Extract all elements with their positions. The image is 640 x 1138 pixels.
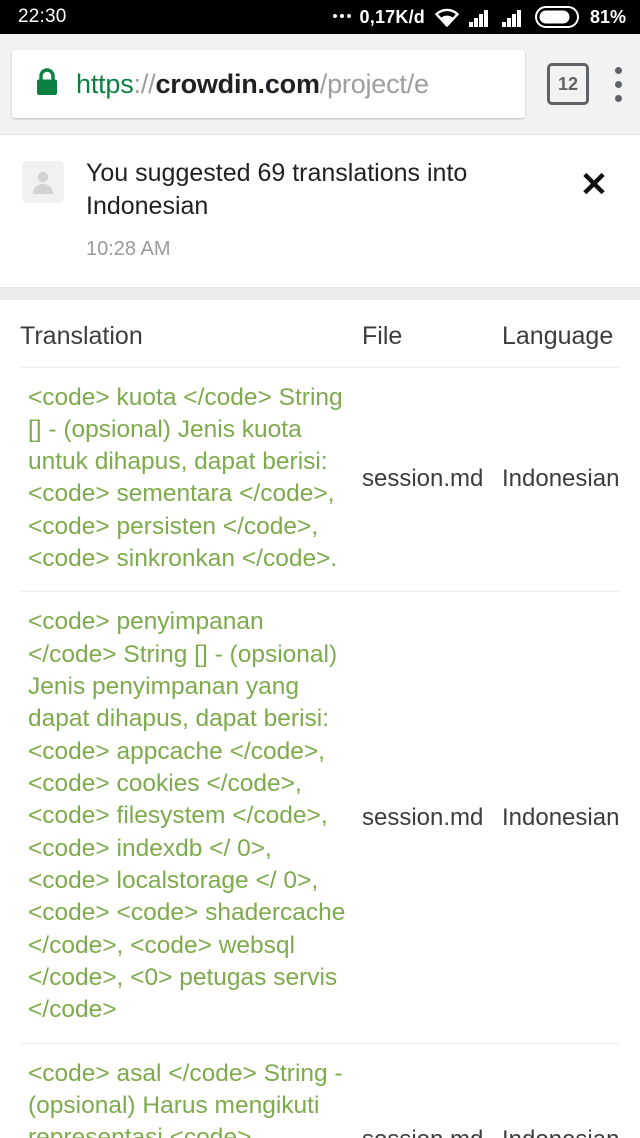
battery-icon (534, 6, 579, 28)
notification-timestamp: 10:28 AM (86, 237, 171, 260)
tab-count-label: 12 (557, 73, 579, 94)
translations-table: Translation File Language <code> kuota <… (0, 299, 640, 1138)
cell-translation: <code> asal </code> String - (opsional) … (28, 1059, 343, 1138)
tab-counter-button[interactable]: 12 (547, 63, 589, 105)
close-icon[interactable]: ✕ (574, 165, 614, 205)
notification-title: You suggested 69 translations into Indon… (86, 159, 468, 221)
notification-card[interactable]: You suggested 69 translations into Indon… (0, 135, 640, 287)
url-separator: :// (133, 68, 156, 99)
data-rate-label: 0,17K/d (359, 6, 425, 27)
column-header-language: Language (502, 321, 614, 350)
cell-language: Indonesian (502, 1044, 620, 1138)
url-path: /project/e (319, 68, 429, 99)
cell-language: Indonesian (502, 803, 620, 831)
cell-translation: <code> penyimpanan </code> String [] - (… (28, 608, 346, 1024)
cell-translation: <code> kuota </code> String [] - (opsion… (28, 383, 343, 573)
notification-body: You suggested 69 translations into Indon… (64, 157, 574, 261)
browser-toolbar: https://crowdin.com/project/e 12 (0, 34, 640, 135)
section-divider (0, 286, 640, 300)
more-dots-icon (332, 13, 351, 21)
status-bar: 22:30 0,17K/d 81% (0, 0, 640, 34)
cell-language: Indonesian (502, 465, 620, 493)
url-host: crowdin.com (155, 68, 320, 99)
column-header-file: File (362, 321, 403, 350)
wifi-icon (434, 7, 460, 27)
table-row[interactable]: <code> kuota </code> String [] - (opsion… (20, 368, 620, 593)
url-scheme: https (76, 68, 134, 99)
signal-bars-icon (468, 7, 493, 27)
table-row[interactable]: <code> penyimpanan </code> String [] - (… (20, 592, 620, 1044)
cell-file: session.md (362, 1044, 502, 1138)
url-bar[interactable]: https://crowdin.com/project/e (12, 50, 525, 118)
lock-icon[interactable] (34, 67, 60, 102)
overflow-menu-icon[interactable] (615, 66, 622, 102)
signal-bars-icon (501, 7, 526, 27)
status-clock: 22:30 (18, 6, 67, 27)
user-avatar-icon (22, 161, 64, 203)
table-row[interactable]: <code> asal </code> String - (opsional) … (20, 1044, 620, 1138)
table-header-row: Translation File Language (20, 300, 620, 368)
status-indicators: 0,17K/d 81% (332, 6, 626, 28)
url-text[interactable]: https://crowdin.com/project/e (76, 69, 429, 100)
column-header-translation: Translation (20, 321, 143, 350)
battery-percent-label: 81% (589, 6, 626, 27)
cell-file: session.md (362, 465, 484, 493)
cell-file: session.md (362, 803, 484, 831)
